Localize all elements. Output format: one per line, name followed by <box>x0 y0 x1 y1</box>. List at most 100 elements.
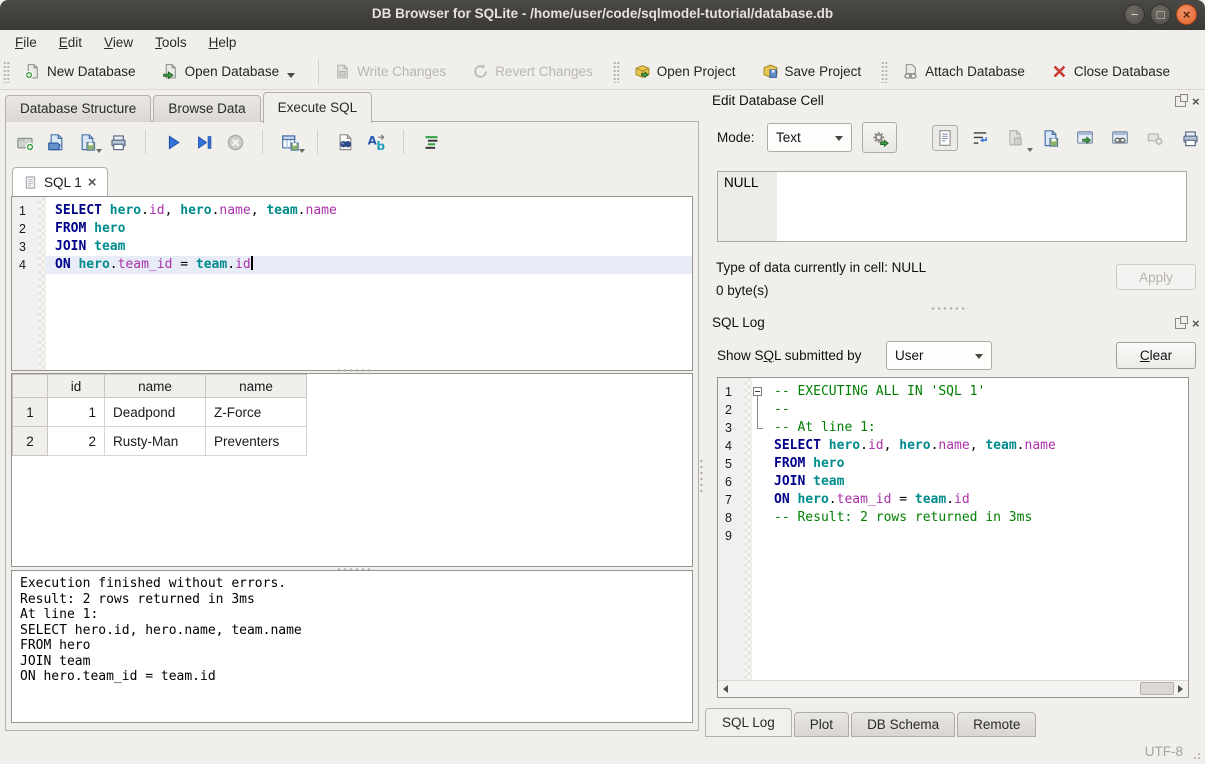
column-header-id[interactable]: id <box>48 375 105 398</box>
log-line-8: 8-- Result: 2 rows returned in 3ms <box>718 509 1188 527</box>
bottom-tab-db-schema[interactable]: DB Schema <box>851 712 955 737</box>
save-project-label: Save Project <box>785 64 862 79</box>
save-sql-file-button[interactable] <box>77 132 97 152</box>
write-changes-button: Write Changes <box>325 58 455 85</box>
execute-all-button[interactable] <box>163 132 183 152</box>
scrollbar-thumb[interactable] <box>1140 682 1174 695</box>
open-sql-file-button[interactable] <box>46 132 66 152</box>
format-sql-button[interactable] <box>421 132 441 152</box>
float-panel-icon[interactable] <box>1175 96 1186 107</box>
bottom-tab-sql-log[interactable]: SQL Log <box>705 708 792 737</box>
close-button[interactable]: × <box>1176 4 1197 25</box>
message-line: SELECT hero.id, hero.name, team.name <box>20 623 684 639</box>
copy-link-button[interactable] <box>1107 125 1133 151</box>
tab-browse-data[interactable]: Browse Data <box>153 95 260 122</box>
toolbar-grip[interactable] <box>3 61 10 83</box>
log-horizontal-scrollbar[interactable] <box>718 680 1188 697</box>
close-tab-icon[interactable]: × <box>88 175 97 190</box>
column-header-name[interactable]: name <box>206 375 307 398</box>
attach-database-icon <box>902 63 919 80</box>
new-database-button[interactable]: New Database <box>15 58 145 85</box>
main-splitter[interactable] <box>699 458 704 492</box>
tab-execute-sql[interactable]: Execute SQL <box>263 92 373 123</box>
sql-doc-tab[interactable]: SQL 1 × <box>12 167 108 196</box>
cell-type-info: Type of data currently in cell: NULL <box>716 260 926 275</box>
sql-editor[interactable]: 1SELECT hero.id, hero.name, team.name2FR… <box>11 196 693 371</box>
text-mode-button[interactable] <box>932 125 958 151</box>
text-mode-icon <box>936 129 954 147</box>
cell-name[interactable]: Z-Force <box>206 398 307 427</box>
edit-cell-toolbar <box>932 124 1203 152</box>
close-database-button[interactable]: Close Database <box>1042 58 1179 85</box>
close-panel-icon[interactable]: × <box>1192 318 1200 329</box>
cell-name[interactable]: Rusty-Man <box>105 427 206 456</box>
corner-header[interactable] <box>13 375 48 398</box>
close-database-icon <box>1051 63 1068 80</box>
bottom-tab-plot[interactable]: Plot <box>794 712 849 737</box>
print-cell-button[interactable] <box>1177 125 1203 151</box>
open-database-button[interactable]: Open Database <box>153 58 305 85</box>
cell-id[interactable]: 1 <box>48 398 105 427</box>
mode-select[interactable]: Text <box>767 123 852 152</box>
editor-line-2: 2FROM hero <box>12 220 692 238</box>
close-panel-icon[interactable]: × <box>1192 96 1200 107</box>
tab-database-structure[interactable]: Database Structure <box>5 95 151 122</box>
open-sql-file-icon <box>47 133 66 152</box>
menu-tools[interactable]: Tools <box>144 32 198 53</box>
scroll-left-icon[interactable] <box>718 681 733 696</box>
menu-edit[interactable]: Edit <box>48 32 93 53</box>
resize-grip[interactable] <box>1189 748 1202 761</box>
sql-log-filter-select[interactable]: User <box>886 341 992 370</box>
cell-name[interactable]: Deadpond <box>105 398 206 427</box>
toolbar-grip[interactable] <box>613 61 620 83</box>
line-number: 6 <box>718 473 744 491</box>
scroll-right-icon[interactable] <box>1173 681 1188 696</box>
attach-database-button[interactable]: Attach Database <box>893 58 1034 85</box>
sql-log-lines: 1-- EXECUTING ALL IN 'SQL 1'2--3-- At li… <box>718 378 1188 545</box>
menu-view[interactable]: View <box>93 32 144 53</box>
float-panel-icon[interactable] <box>1175 318 1186 329</box>
chevron-down-icon <box>1027 148 1033 152</box>
fold-column <box>752 437 765 455</box>
toolbar-separator <box>317 130 318 154</box>
set-null-button <box>1142 125 1168 151</box>
word-wrap-icon <box>971 129 989 147</box>
cell-name[interactable]: Preventers <box>206 427 307 456</box>
open-project-button[interactable]: Open Project <box>625 58 745 85</box>
bottom-tab-remote[interactable]: Remote <box>957 712 1036 737</box>
save-results-view-button[interactable] <box>280 132 300 152</box>
execute-current-line-button[interactable] <box>194 132 214 152</box>
fold-collapse-icon[interactable] <box>753 387 762 396</box>
cell-size-info: 0 byte(s) <box>716 283 769 298</box>
find-button[interactable] <box>335 132 355 152</box>
cell-editor[interactable]: NULL <box>717 171 1187 242</box>
auto-switch-mode-button[interactable] <box>862 122 897 153</box>
toolbar-grip[interactable] <box>881 61 888 83</box>
find-replace-button[interactable]: Ab <box>366 132 386 152</box>
open-in-external-button[interactable] <box>1072 125 1098 151</box>
code-text: JOIN team <box>46 238 692 256</box>
print-sql-button[interactable] <box>108 132 128 152</box>
clear-log-button[interactable]: Clear <box>1116 342 1196 369</box>
fold-margin <box>744 491 752 509</box>
menu-file[interactable]: File <box>4 32 48 53</box>
row-header[interactable]: 2 <box>13 427 48 456</box>
minimize-button[interactable]: − <box>1124 4 1145 25</box>
line-number: 1 <box>12 202 38 220</box>
save-project-button[interactable]: Save Project <box>753 58 871 85</box>
splitter-docks[interactable] <box>930 306 968 311</box>
code-text: JOIN team <box>765 473 1188 491</box>
word-wrap-button[interactable] <box>967 125 993 151</box>
execute-current-line-icon <box>195 133 214 152</box>
maximize-button[interactable]: □ <box>1150 4 1171 25</box>
column-header-name[interactable]: name <box>105 375 206 398</box>
find-replace-icon: Ab <box>367 133 386 152</box>
open-sql-tab-button[interactable] <box>15 132 35 152</box>
revert-changes-icon <box>472 63 489 80</box>
cell-id[interactable]: 2 <box>48 427 105 456</box>
row-header[interactable]: 1 <box>13 398 48 427</box>
export-data-button[interactable] <box>1037 125 1063 151</box>
line-number: 2 <box>12 220 38 238</box>
menu-help[interactable]: Help <box>198 32 248 53</box>
save-results-view-icon <box>281 133 300 152</box>
